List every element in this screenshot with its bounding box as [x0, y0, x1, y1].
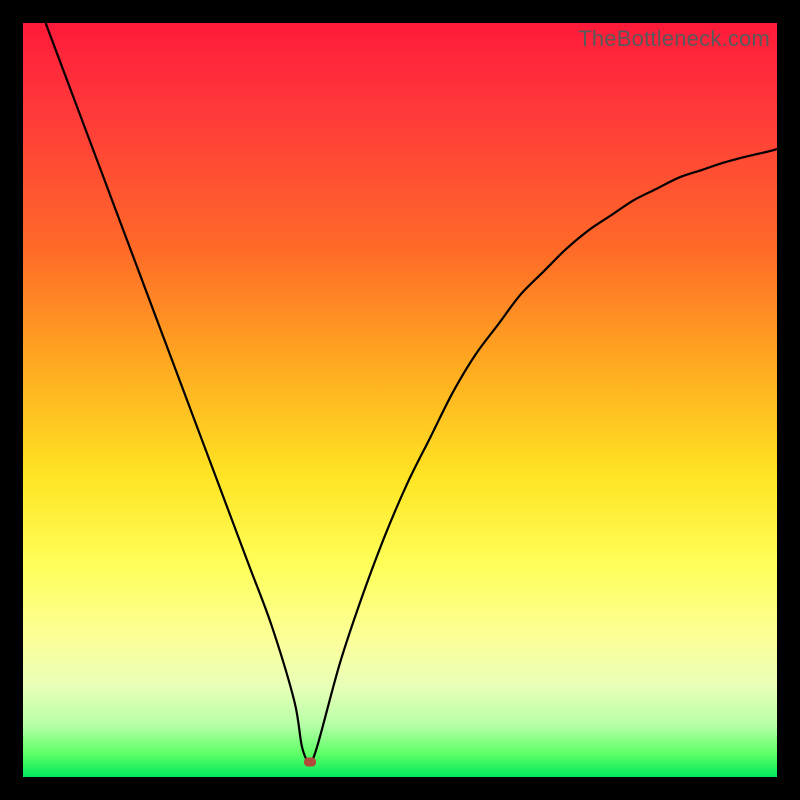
plot-area — [23, 23, 777, 777]
chart-frame: TheBottleneck.com — [0, 0, 800, 800]
watermark-label: TheBottleneck.com — [578, 26, 770, 52]
bottleneck-curve — [23, 23, 777, 777]
chart-marker — [304, 757, 316, 766]
